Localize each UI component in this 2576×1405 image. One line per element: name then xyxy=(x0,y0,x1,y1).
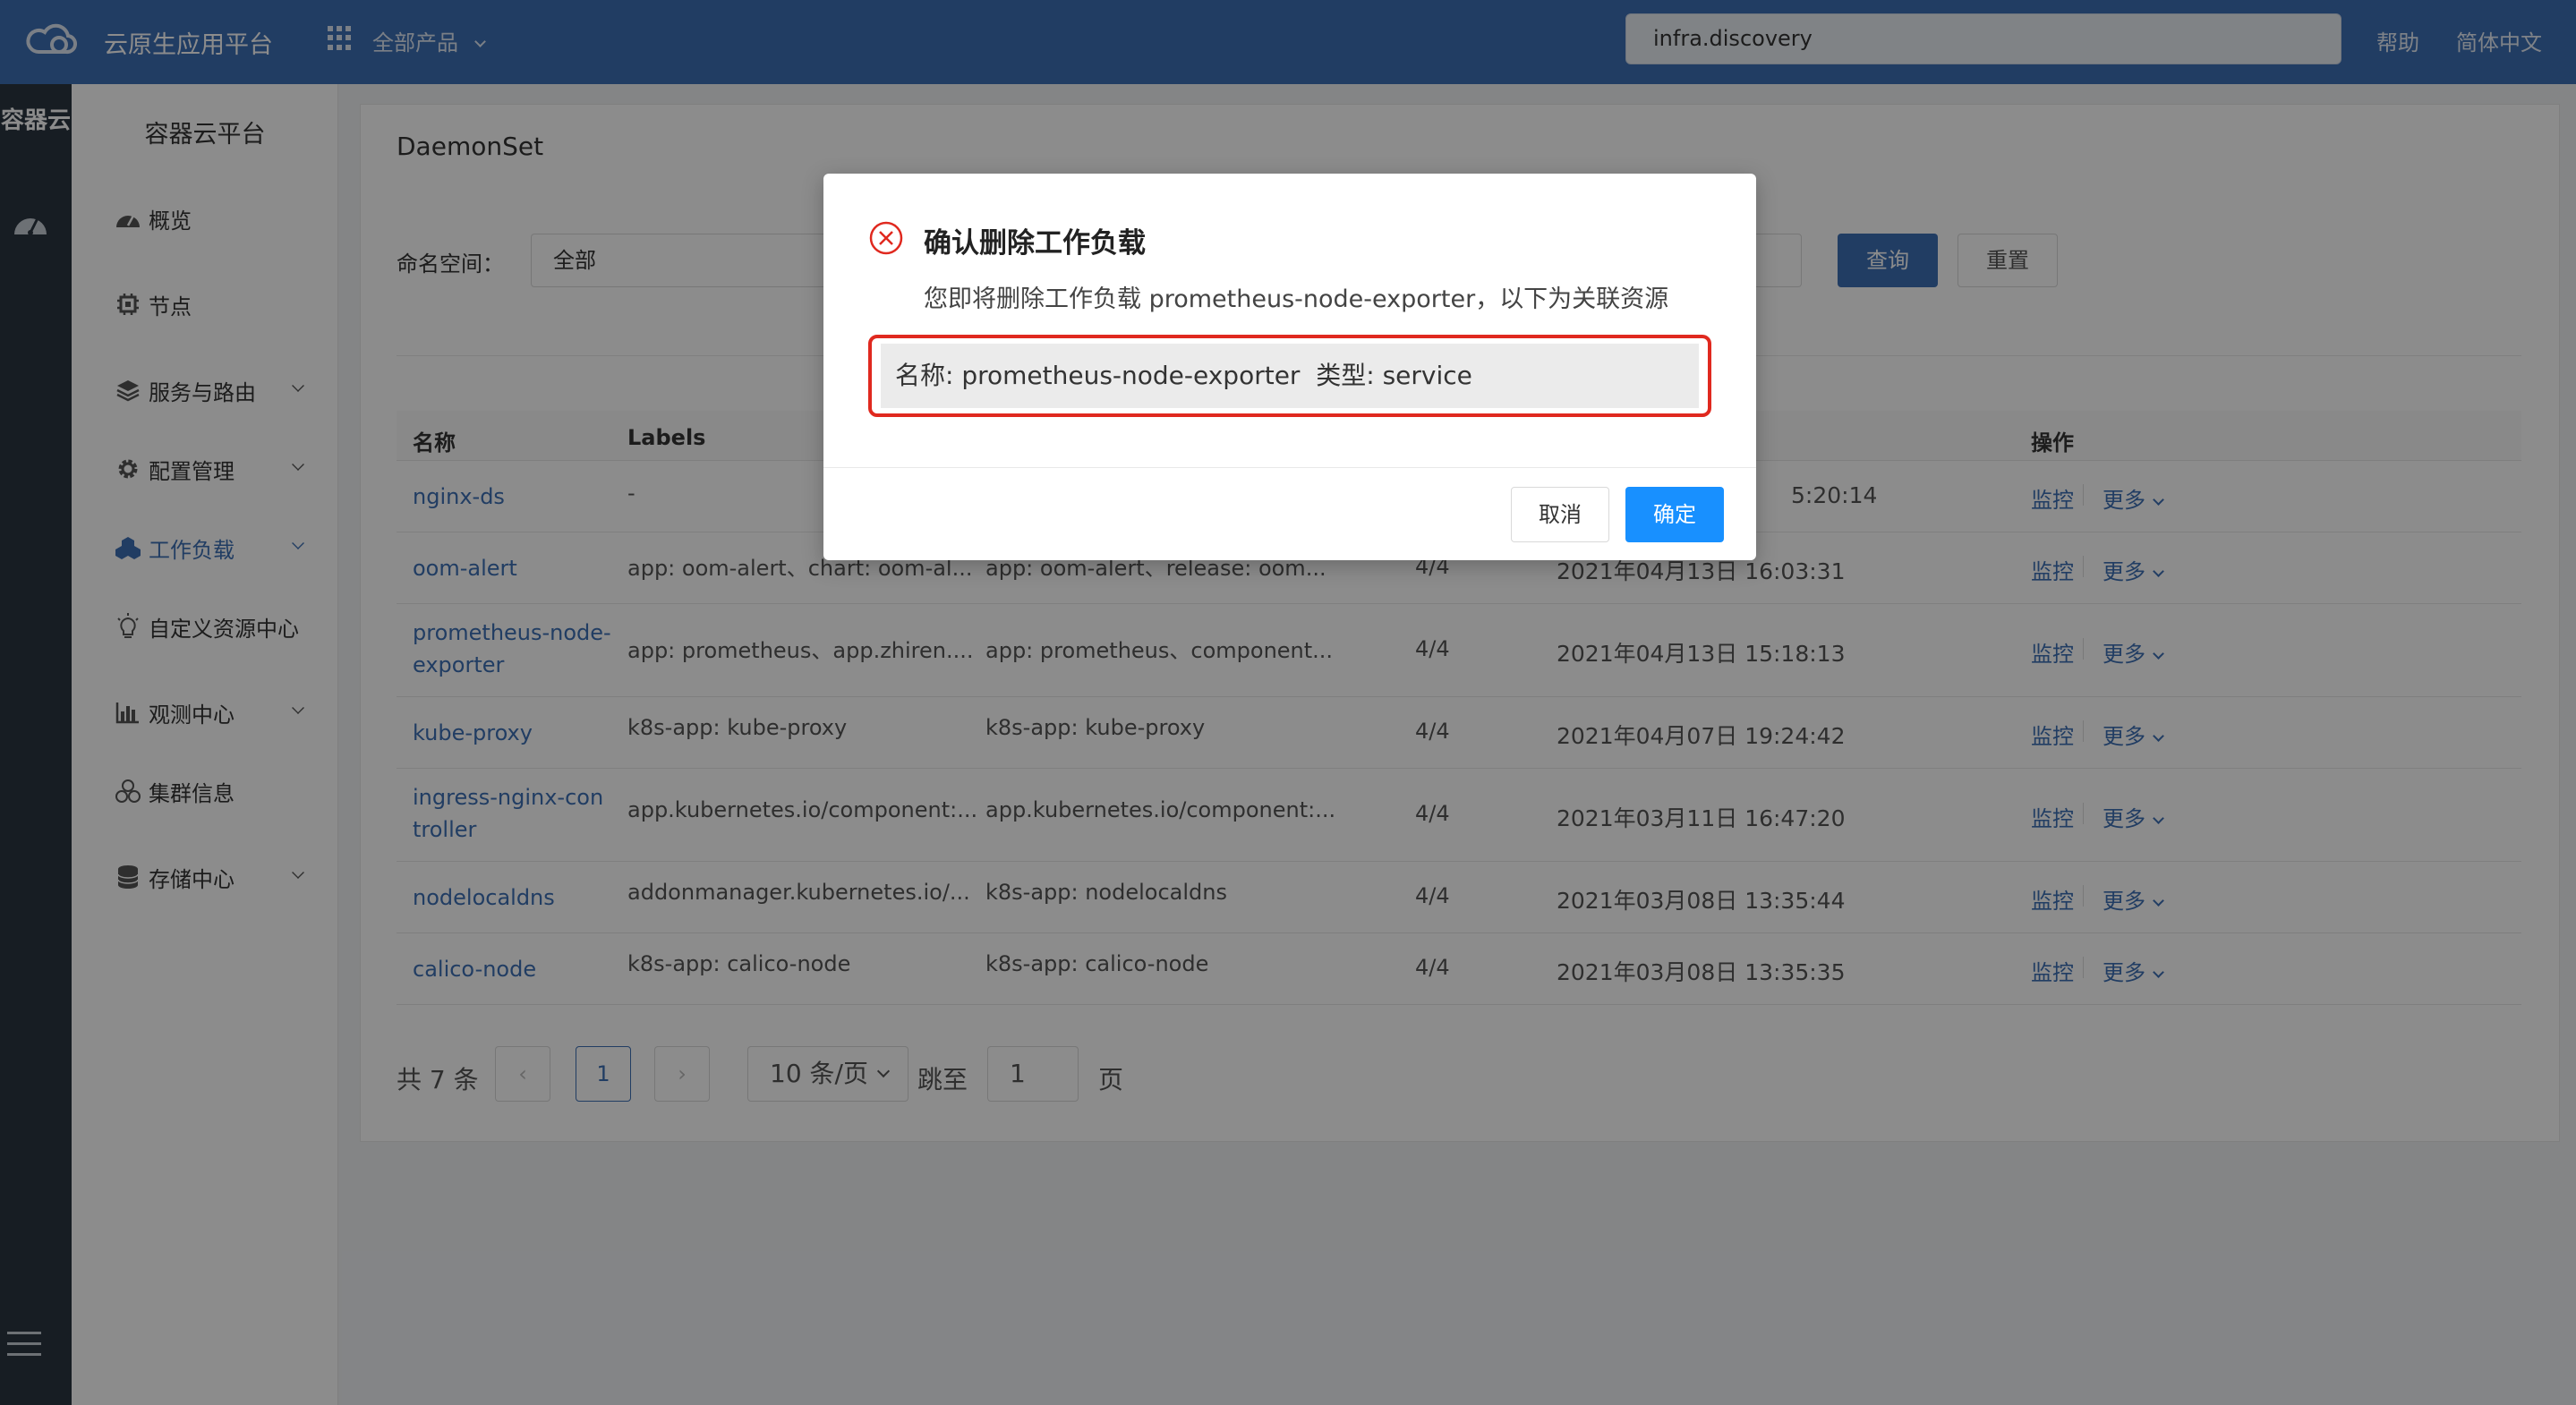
confirm-button[interactable]: 确定 xyxy=(1625,487,1724,542)
delete-confirm-dialog: 确认删除工作负载 您即将删除工作负载 prometheus-node-expor… xyxy=(823,174,1756,560)
dialog-title: 确认删除工作负载 xyxy=(924,227,1146,260)
cancel-button[interactable]: 取消 xyxy=(1511,487,1609,542)
dialog-divider xyxy=(823,467,1756,468)
related-resource-text: 名称: prometheus-node-exporter 类型: service xyxy=(881,344,1699,408)
error-circle-icon xyxy=(869,221,903,255)
related-resource-box: 名称: prometheus-node-exporter 类型: service xyxy=(868,335,1711,417)
dialog-description: 您即将删除工作负载 prometheus-node-exporter，以下为关联… xyxy=(924,285,1669,313)
